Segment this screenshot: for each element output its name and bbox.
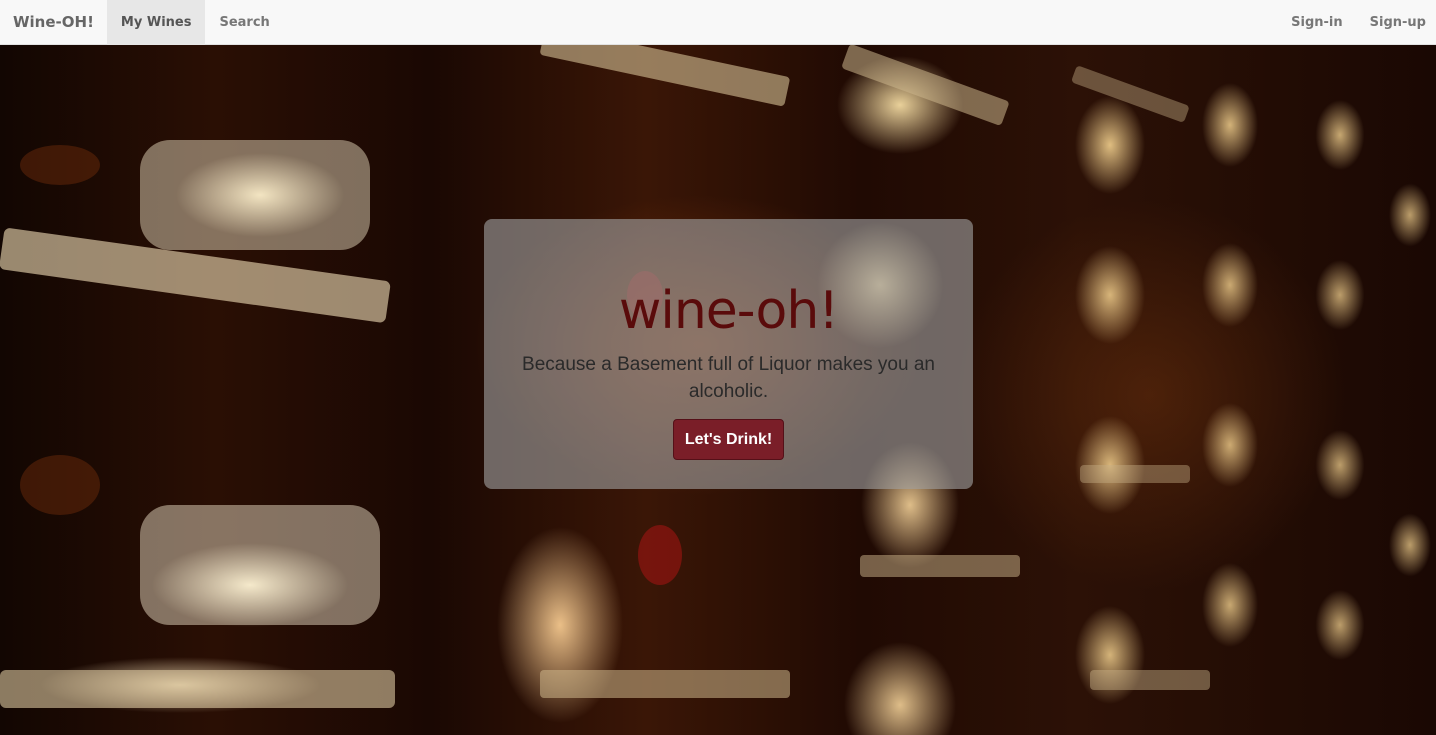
account-nav: Sign-in Sign-up — [1274, 0, 1436, 45]
nav-search[interactable]: Search — [205, 0, 283, 45]
brand-link[interactable]: Wine-OH! — [0, 0, 107, 45]
primary-nav: My Wines Search — [106, 0, 284, 45]
hero-background-image: wine-oh! Because a Basement full of Liqu… — [0, 45, 1436, 735]
nav-sign-up[interactable]: Sign-up — [1353, 0, 1436, 45]
hero-title: wine-oh! — [618, 281, 839, 341]
nav-sign-in[interactable]: Sign-in — [1274, 0, 1353, 45]
hero-panel: wine-oh! Because a Basement full of Liqu… — [484, 219, 973, 489]
nav-my-wines[interactable]: My Wines — [106, 0, 206, 45]
lets-drink-button[interactable]: Let's Drink! — [673, 419, 784, 460]
hero-subtitle: Because a Basement full of Liquor makes … — [522, 354, 935, 402]
top-navbar: Wine-OH! My Wines Search Sign-in Sign-up — [0, 0, 1436, 45]
